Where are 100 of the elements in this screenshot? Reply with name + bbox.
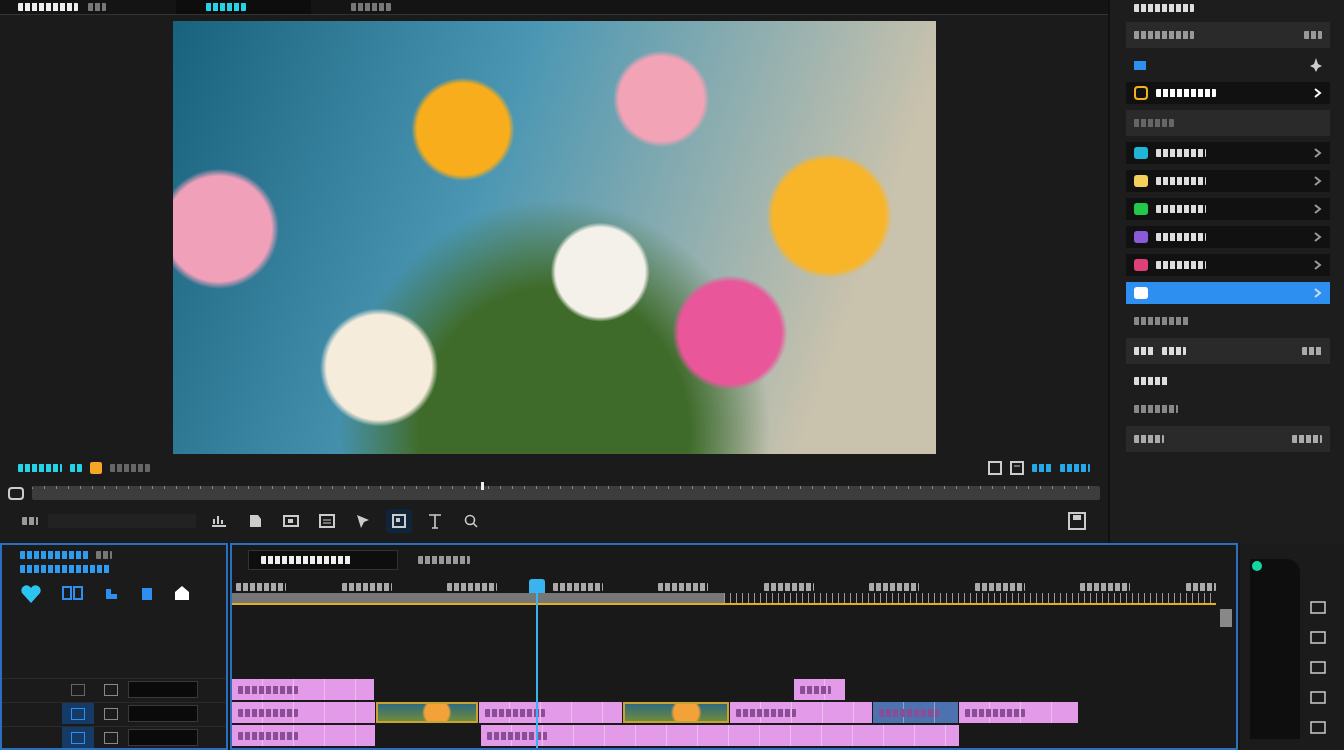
blurred-text-drawing xyxy=(485,708,545,717)
chevron-icon xyxy=(1313,203,1322,215)
blurred-text-drawing xyxy=(552,583,603,591)
track-lock-toggle[interactable] xyxy=(104,683,118,696)
timeline-clip[interactable] xyxy=(730,702,872,723)
chevron-icon xyxy=(1313,87,1322,99)
marker-icon xyxy=(90,462,102,474)
track-name-field[interactable] xyxy=(128,705,198,722)
blurred-text-drawing xyxy=(658,583,709,591)
timeline-clip[interactable] xyxy=(794,679,845,700)
scrubber-thumb[interactable] xyxy=(480,482,484,490)
blurred-text-drawing xyxy=(1134,435,1164,443)
effect-row[interactable] xyxy=(1126,254,1330,276)
blurred-text-drawing xyxy=(1302,347,1322,355)
chevron-icon xyxy=(1313,175,1322,187)
crop-tool[interactable] xyxy=(386,509,412,533)
camera-icon xyxy=(8,485,24,501)
blurred-text-drawing xyxy=(1080,583,1131,591)
blurred-text-drawing xyxy=(236,583,286,591)
timeline-clip[interactable] xyxy=(873,702,958,723)
blurred-text-drawing xyxy=(736,708,796,717)
timeline-clip[interactable] xyxy=(232,702,375,723)
timeline-clip[interactable] xyxy=(959,702,1078,723)
blurred-text-drawing xyxy=(1060,464,1090,472)
chevron-icon xyxy=(1313,147,1322,159)
timeline-clip[interactable] xyxy=(479,702,622,723)
blurred-text-drawing xyxy=(206,3,246,11)
tab[interactable] xyxy=(176,0,311,14)
tray-icon[interactable] xyxy=(1310,599,1326,615)
blurred-text-drawing xyxy=(238,731,298,740)
sparkle-icon xyxy=(1310,58,1322,72)
video-thumbnail-clip[interactable] xyxy=(376,702,478,723)
blurred-text-drawing xyxy=(1134,4,1194,12)
house-icon xyxy=(174,585,190,601)
blurred-text-drawing xyxy=(974,583,1025,591)
grid-icon xyxy=(988,461,1002,475)
blurred-text-drawing xyxy=(1156,205,1206,213)
blurred-text-drawing xyxy=(1134,31,1194,39)
blurred-text-drawing xyxy=(96,551,112,559)
video-thumbnail-clip[interactable] xyxy=(623,702,729,723)
save-icon xyxy=(1068,512,1086,530)
blurred-text-drawing xyxy=(1156,233,1206,241)
track-lock-toggle[interactable] xyxy=(104,707,118,720)
timeline-clip[interactable] xyxy=(232,679,374,700)
track-lock-toggle[interactable] xyxy=(104,731,118,744)
blurred-text-drawing xyxy=(88,3,106,11)
effect-row[interactable] xyxy=(1126,142,1330,164)
blurred-text-drawing xyxy=(965,708,1025,717)
track-name-field[interactable] xyxy=(128,681,198,698)
timeline-clip[interactable] xyxy=(232,725,375,746)
blurred-text-drawing xyxy=(238,685,298,694)
blurred-text-drawing xyxy=(1134,317,1190,325)
timeline-ruler[interactable] xyxy=(232,593,1216,605)
blurred-text-drawing xyxy=(110,464,150,472)
blurred-text-drawing xyxy=(1134,119,1174,127)
frame-icon xyxy=(318,512,336,530)
blurred-text-drawing xyxy=(1156,89,1216,97)
blurred-text-drawing xyxy=(1156,177,1206,185)
blurred-text-drawing xyxy=(1032,464,1052,472)
blurred-text-drawing xyxy=(447,583,498,591)
badge-icon xyxy=(1134,86,1148,100)
blurred-text-drawing xyxy=(487,731,547,740)
effect-swatch-icon xyxy=(1134,287,1148,299)
blurred-text-drawing xyxy=(879,708,939,717)
blurred-text-drawing xyxy=(1156,149,1206,157)
track-target-toggle[interactable] xyxy=(62,703,94,724)
status-dot-icon xyxy=(1252,561,1262,571)
blurred-text-drawing xyxy=(351,3,391,11)
playhead[interactable] xyxy=(529,579,546,593)
blurred-text-drawing xyxy=(1304,31,1322,39)
blurred-text-drawing xyxy=(763,583,814,591)
blurred-text-drawing xyxy=(1292,435,1322,443)
track-name-field[interactable] xyxy=(128,729,198,746)
chevron-icon xyxy=(1313,259,1322,271)
blurred-text-drawing xyxy=(800,685,831,694)
search-icon xyxy=(462,512,480,530)
chevron-icon xyxy=(1313,287,1322,299)
heart-icon xyxy=(20,585,42,603)
effect-row[interactable] xyxy=(1126,226,1330,248)
scrollbar-thumb[interactable] xyxy=(1220,609,1232,627)
blurred-text-drawing xyxy=(1162,347,1186,355)
grid-icon xyxy=(62,585,84,601)
blurred-text-drawing xyxy=(238,708,298,717)
effect-row[interactable] xyxy=(1126,170,1330,192)
timeline-clip[interactable] xyxy=(481,725,959,746)
blurred-text-drawing xyxy=(1156,261,1206,269)
blurred-text-drawing xyxy=(1134,347,1154,355)
sequence-tab[interactable] xyxy=(248,550,398,570)
blurred-text-drawing xyxy=(70,464,82,472)
monitor-icon[interactable] xyxy=(1310,719,1326,735)
blurred-text-drawing xyxy=(20,551,90,559)
text-icon xyxy=(426,512,444,530)
blurred-text-drawing xyxy=(1134,377,1168,385)
track-target-toggle[interactable] xyxy=(62,727,94,748)
blurred-text-drawing xyxy=(1134,405,1178,413)
blurred-text-drawing xyxy=(18,3,78,11)
blurred-text-drawing xyxy=(18,464,62,472)
blurred-text-drawing xyxy=(1185,583,1216,591)
blurred-text-drawing xyxy=(869,583,920,591)
effect-row[interactable] xyxy=(1126,198,1330,220)
